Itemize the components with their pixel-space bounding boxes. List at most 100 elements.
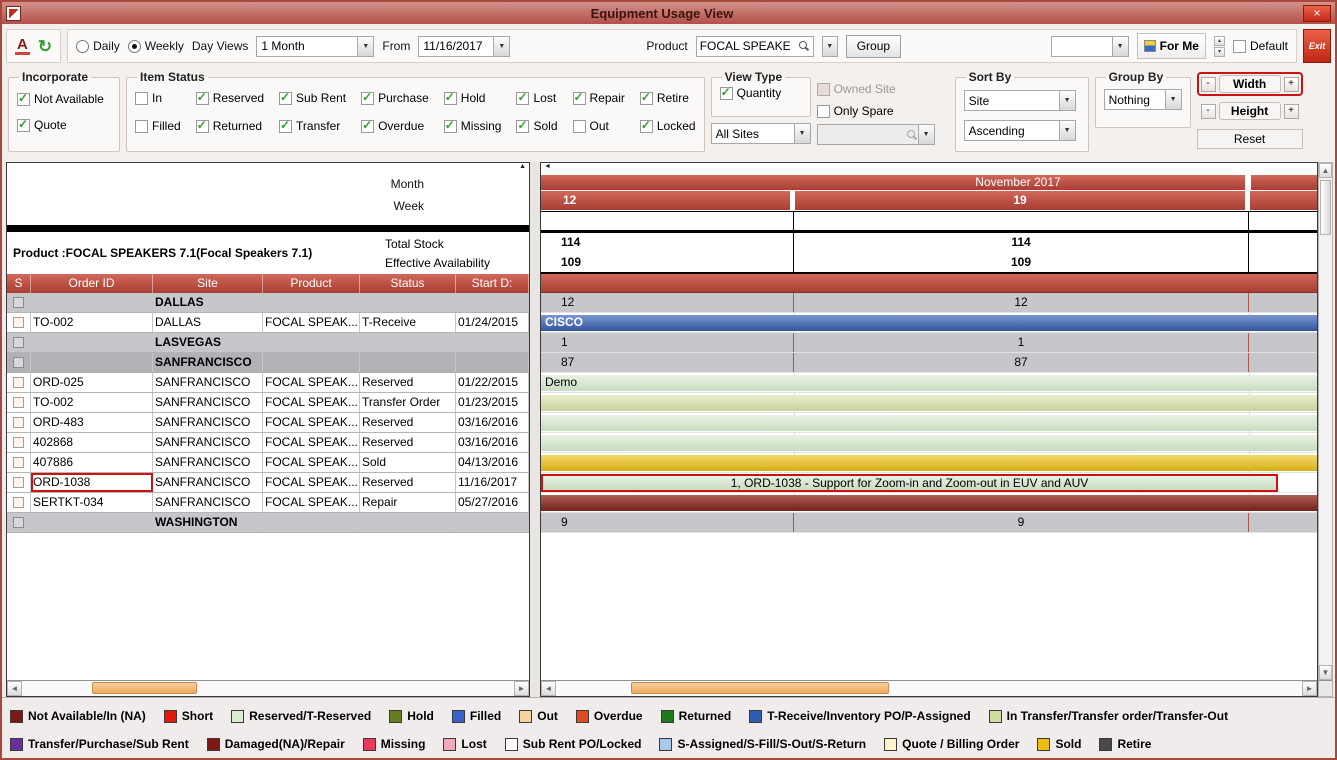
row-select-cell[interactable] [7, 373, 31, 392]
reserved-bar[interactable]: Demo [541, 375, 1317, 391]
row-checkbox-icon[interactable] [13, 477, 24, 488]
weekly-radio[interactable]: Weekly [128, 39, 184, 53]
checkbox-item[interactable]: ✓Quantity [720, 86, 802, 100]
table-row[interactable]: LASVEGAS [7, 333, 529, 353]
timeline-row[interactable] [541, 393, 1317, 413]
checkbox-item[interactable]: ✓Transfer [279, 119, 346, 133]
timeline-row[interactable]: 11 [541, 333, 1317, 353]
checkbox[interactable]: ✓ [444, 92, 457, 105]
row-select-cell[interactable] [7, 333, 31, 352]
row-select-cell[interactable] [7, 313, 31, 332]
checkbox-item[interactable]: In [135, 91, 181, 105]
checkbox-item[interactable]: ✓Sold [516, 119, 557, 133]
row-checkbox-icon[interactable] [13, 517, 24, 528]
row-select-cell[interactable] [7, 393, 31, 412]
sites-select[interactable]: All Sites ▼ [711, 123, 811, 144]
from-date-input[interactable]: 11/16/2017 ▼ [418, 36, 510, 57]
table-row[interactable]: SERTKT-034SANFRANCISCOFOCAL SPEAK...Repa… [7, 493, 529, 513]
scroll-track[interactable] [1319, 178, 1332, 665]
checkbox[interactable] [817, 83, 830, 96]
checkbox[interactable]: ✓ [720, 87, 733, 100]
checkbox[interactable]: ✓ [573, 92, 586, 105]
table-row[interactable]: TO-002DALLASFOCAL SPEAK...T-Receive01/24… [7, 313, 529, 333]
treceive-bar[interactable]: CISCO [541, 315, 1317, 331]
timeline-row[interactable] [541, 453, 1317, 473]
checkbox[interactable]: ✓ [516, 92, 529, 105]
grid-hscrollbar[interactable]: ◄ ► [7, 680, 529, 696]
chevron-down-icon[interactable]: ▼ [1112, 37, 1128, 56]
spin-down-button[interactable]: ▾ [1214, 47, 1225, 57]
checkbox[interactable]: ✓ [17, 93, 30, 106]
checkbox[interactable] [135, 92, 148, 105]
daily-radio[interactable]: Daily [76, 39, 120, 53]
timeline-hscrollbar[interactable]: ◄ ► [541, 680, 1317, 696]
scroll-track[interactable] [22, 681, 514, 696]
checkbox-item[interactable]: ✓Repair [573, 91, 625, 105]
view-preset-select[interactable]: ▼ [1051, 36, 1129, 57]
group-button[interactable]: Group [846, 35, 901, 58]
radio-icon[interactable] [76, 40, 89, 53]
row-checkbox-icon[interactable] [13, 417, 24, 428]
row-select-cell[interactable] [7, 293, 31, 312]
group-by-select[interactable]: Nothing ▼ [1104, 89, 1182, 110]
checkbox-item[interactable]: ✓Not Available [17, 92, 111, 106]
appearance-icon[interactable]: A [15, 37, 30, 55]
collapse-up-icon[interactable]: ▲ [519, 163, 526, 170]
timeline-row[interactable] [541, 493, 1317, 513]
table-row[interactable]: SANFRANCISCO [7, 353, 529, 373]
checkbox-item[interactable]: Out [573, 119, 625, 133]
table-row[interactable]: ORD-025SANFRANCISCOFOCAL SPEAK...Reserve… [7, 373, 529, 393]
checkbox[interactable]: ✓ [640, 120, 653, 133]
row-checkbox-icon[interactable] [13, 437, 24, 448]
table-row[interactable]: DALLAS [7, 293, 529, 313]
timeline-row[interactable]: 8787 [541, 353, 1317, 373]
height-minus-button[interactable]: - [1201, 104, 1216, 119]
row-checkbox-icon[interactable] [13, 377, 24, 388]
timeline-row[interactable]: CISCO [541, 313, 1317, 333]
chevron-down-icon[interactable]: ▼ [493, 37, 509, 56]
checkbox[interactable] [135, 120, 148, 133]
row-select-cell[interactable] [7, 453, 31, 472]
checkbox-item[interactable]: ✓Missing [444, 119, 502, 133]
checkbox-item[interactable]: ✓Overdue [361, 119, 429, 133]
collapse-left-icon[interactable]: ◄ [544, 163, 551, 170]
table-row[interactable]: ORD-483SANFRANCISCOFOCAL SPEAK...Reserve… [7, 413, 529, 433]
reserved-bar[interactable] [541, 435, 1317, 451]
table-row[interactable]: ORD-1038SANFRANCISCOFOCAL SPEAK...Reserv… [7, 473, 529, 493]
table-row[interactable]: TO-002SANFRANCISCOFOCAL SPEAK...Transfer… [7, 393, 529, 413]
checkbox-item[interactable]: Owned Site [817, 82, 949, 96]
checkbox-item[interactable]: ✓Quote [17, 118, 111, 132]
column-header-order-id[interactable]: Order ID [31, 274, 153, 293]
width-minus-button[interactable]: - [1201, 77, 1216, 92]
checkbox[interactable]: ✓ [279, 120, 292, 133]
row-checkbox-icon[interactable] [13, 317, 24, 328]
checkbox-item[interactable]: ✓Returned [196, 119, 264, 133]
scroll-right-button[interactable]: ► [1302, 681, 1317, 696]
product-search-input[interactable]: FOCAL SPEAKE [696, 36, 814, 57]
column-header-product[interactable]: Product [263, 274, 360, 293]
column-header-status[interactable]: Status [360, 274, 456, 293]
chevron-down-icon[interactable]: ▼ [794, 124, 810, 143]
row-checkbox-icon[interactable] [13, 297, 24, 308]
checkbox[interactable]: ✓ [196, 92, 209, 105]
checkbox-item[interactable]: ✓Retire [640, 91, 696, 105]
row-select-cell[interactable] [7, 413, 31, 432]
row-select-cell[interactable] [7, 433, 31, 452]
row-checkbox-icon[interactable] [13, 497, 24, 508]
table-row[interactable]: 402868SANFRANCISCOFOCAL SPEAK...Reserved… [7, 433, 529, 453]
row-checkbox-icon[interactable] [13, 457, 24, 468]
row-select-cell[interactable] [7, 353, 31, 372]
sort-field-select[interactable]: Site ▼ [964, 90, 1076, 111]
timeline-row[interactable] [541, 413, 1317, 433]
timeline-row[interactable]: 99 [541, 513, 1317, 533]
table-row[interactable]: 407886SANFRANCISCOFOCAL SPEAK...Sold04/1… [7, 453, 529, 473]
width-plus-button[interactable]: + [1284, 77, 1299, 92]
checkbox[interactable] [1233, 40, 1246, 53]
pane-splitter[interactable] [530, 162, 540, 697]
scroll-thumb[interactable] [1320, 180, 1331, 235]
reset-button[interactable]: Reset [1197, 129, 1303, 149]
scroll-thumb[interactable] [92, 682, 197, 694]
close-button[interactable]: × [1303, 5, 1331, 22]
transfer-bar[interactable] [541, 395, 1317, 411]
sort-direction-select[interactable]: Ascending ▼ [964, 120, 1076, 141]
